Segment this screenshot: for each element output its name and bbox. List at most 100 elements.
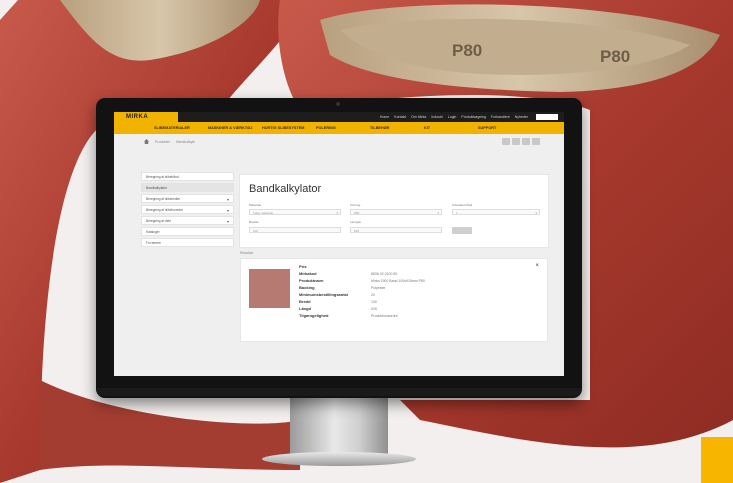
top-link-dealers[interactable]: Forhandlere [491,115,510,119]
sidebar-item-heads-calc[interactable]: Beregning af slibehoveder ▾ [141,205,234,214]
material-select[interactable]: Vælg materiale ▾ [249,209,341,215]
row-key: Tilgængelighed [299,313,329,318]
sidebar-item-label: Beregning af slibemidler [146,197,181,201]
monitor-stand-neck [290,396,388,454]
row-key: Mirkakod [299,271,317,276]
top-link-news[interactable]: Nyheder [515,115,528,119]
top-link-industry[interactable]: Industri [431,115,442,119]
nav-accessories[interactable]: TILBEHØR [370,126,424,130]
sidebar-item-belt-calc[interactable]: Beregning af slibebånd [141,172,234,181]
length-input[interactable]: 915 [350,227,442,233]
chevron-down-icon: ▾ [437,211,439,215]
top-links: Home Kontakt Om Mirka Industri Login Pro… [380,114,558,120]
sidebar-item-label: Kataloger [146,230,160,234]
length-value: 915 [354,229,360,233]
breadcrumb: Produkter Bandkalkyle [144,139,195,144]
row-key: Minimumsbestillingsantal [299,292,348,297]
row-value: 915 [371,306,377,311]
result-row-name: Produktnavn Mirka 1900 Band 100x915mm P80 [299,277,425,284]
recommended-value: 1 [456,211,458,215]
result-row-availability: Tilgængelighed Produktionsordre [299,312,425,319]
calculator-panel: Bandkalkylator Materiale Vælg materiale ▾… [239,174,549,248]
sidebar-item-abrasives-calc[interactable]: Beregning af slibemidler ▾ [141,194,234,203]
sidebar-item-parts-calc[interactable]: Beregning af dele ▾ [141,216,234,225]
row-value: Polyester [371,285,386,290]
grit-label: Korning [350,203,361,207]
sidebar-item-label: Beregning af dele [146,219,171,223]
material-value: Vælg materiale [253,211,274,215]
grit-select[interactable]: P80 ▾ [350,209,442,215]
product-image [249,269,290,308]
chevron-down-icon: ▾ [226,197,229,202]
row-key: Längd [299,306,311,311]
monitor-camera [336,102,340,106]
top-link-product-search[interactable]: Produktsøgning [461,115,486,119]
close-icon[interactable]: × [535,263,539,269]
nav-abrasives[interactable]: SLIBEMATERIALER [154,126,208,130]
facebook-icon[interactable] [522,138,530,145]
nav-sanding-system[interactable]: HURTIG SLIBESYSTEM [262,126,316,130]
belt-print-1: P80 [452,41,482,60]
search-input[interactable] [536,114,558,120]
nav-polishing[interactable]: POLERING [316,126,370,130]
logo-text: MIRKA [126,114,149,120]
row-value: 100 [371,299,377,304]
row-value: 20 [371,292,375,297]
nav-kit[interactable]: KIT [424,126,478,130]
result-row-moq: Minimumsbestillingsantal 20 [299,291,425,298]
sidebar: Beregning af slibebånd Bandkalkylator Be… [141,172,234,249]
width-label: Bredde [249,220,259,224]
calculate-button[interactable] [452,227,472,234]
monitor: MIRKA Home Kontakt Om Mirka Industri Log… [96,98,582,398]
sidebar-item-bandkalkylator[interactable]: Bandkalkylator [141,183,234,192]
result-row-width: Bredd 100 [299,298,425,305]
top-link-about[interactable]: Om Mirka [411,115,426,119]
website-screen: MIRKA Home Kontakt Om Mirka Industri Log… [114,112,564,376]
recommended-select[interactable]: 1 ▾ [452,209,540,215]
twitter-icon[interactable] [532,138,540,145]
result-row-length: Längd 915 [299,305,425,312]
main-nav: SLIBEMATERIALER MASKINER & VÆRKTØJ HURTI… [114,122,564,134]
print-icon[interactable] [502,138,510,145]
breadcrumb-item-products[interactable]: Produkter [155,140,170,144]
width-input[interactable]: 100 [249,227,341,233]
chevron-down-icon: ▾ [336,211,338,215]
recommended-label: Anbefalet bånd [452,203,473,207]
sidebar-item-label: For lærere [146,241,161,245]
grit-value: P80 [354,211,360,215]
results-heading: Resultat [240,251,253,255]
monitor-chin [96,388,582,396]
share-icons [502,138,540,145]
result-row-backing: Backing Polyester [299,284,425,291]
row-key: Backing [299,285,315,290]
yellow-corner-accent [701,437,733,483]
width-value: 100 [253,229,259,233]
sidebar-item-label: Bandkalkylator [146,186,167,190]
result-rows: Pris Mirkakod 8836 02 0100 80 Produktnavn… [299,263,425,319]
top-link-home[interactable]: Home [380,115,389,119]
row-key: Produktnavn [299,278,324,283]
row-key: Bredd [299,299,311,304]
sidebar-item-teachers[interactable]: For lærere [141,238,234,247]
row-key: Pris [299,264,307,269]
breadcrumb-item-calculator[interactable]: Bandkalkyle [176,140,195,144]
mail-icon[interactable] [512,138,520,145]
length-label: Længde [350,220,362,224]
nav-machines[interactable]: MASKINER & VÆRKTØJ [208,126,262,130]
page-title: Bandkalkylator [249,183,322,195]
result-row-price: Pris [299,263,425,270]
top-link-login[interactable]: Login [448,115,457,119]
home-icon[interactable] [144,139,149,144]
nav-support[interactable]: SUPPORT [478,126,532,130]
row-value: Mirka 1900 Band 100x915mm P80 [371,278,425,283]
chevron-down-icon: ▾ [226,219,229,224]
row-value: Produktionsordre [371,313,398,318]
top-link-contact[interactable]: Kontakt [394,115,406,119]
monitor-stand-base [262,452,416,466]
sidebar-item-catalogs[interactable]: Kataloger [141,227,234,236]
row-value: 8836 02 0100 80 [371,271,398,276]
breadcrumb-bar: Produkter Bandkalkyle [114,134,564,148]
chevron-down-icon: ▾ [535,211,537,215]
chevron-down-icon: ▾ [226,208,229,213]
mirka-logo[interactable]: MIRKA [114,112,178,124]
